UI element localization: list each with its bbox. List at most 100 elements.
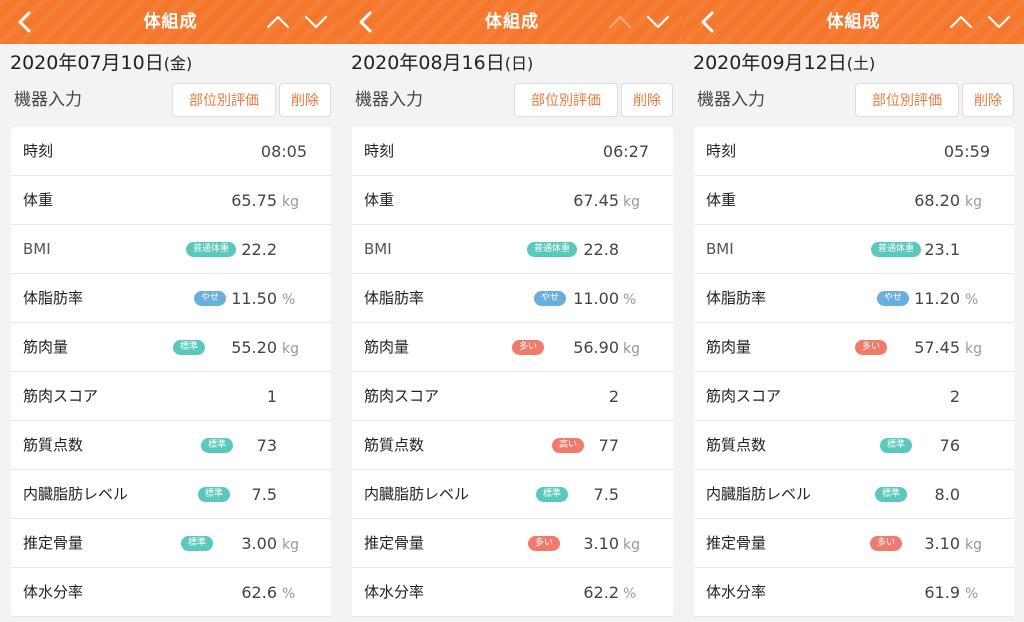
row-muscle-score: 筋肉スコア 2 [352,372,673,421]
row-value: 61.9 [924,583,960,602]
row-value: 2 [608,387,619,406]
chevron-down-icon [647,16,669,28]
row-label: 筋肉スコア [706,387,782,405]
row-label: 筋肉スコア [23,387,99,405]
previous-record-button[interactable] [605,7,635,37]
row-value: 3.00 [241,534,277,553]
row-label: 筋肉量 [706,338,752,356]
previous-record-button[interactable] [946,7,976,37]
row-muscle-score: 筋肉スコア 1 [11,372,331,421]
row-muscle: 筋肉量 標準 55.20 kg [11,323,331,372]
delete-button[interactable]: 削除 [962,83,1014,117]
header-bar: 体組成 [683,0,1024,44]
status-badge: 標準 [201,438,234,453]
status-badge: 標準 [880,438,913,453]
row-muscle: 筋肉量 多い 57.45 kg [694,323,1014,372]
row-muscle-quality: 筋質点数 高い 77 [352,421,673,470]
row-unit: % [965,292,979,308]
row-muscle-quality: 筋質点数 標準 76 [694,421,1014,470]
row-water: 体水分率 62.6 % [11,568,331,617]
row-bone: 推定骨量 多い 3.10 kg [694,519,1014,568]
next-record-button[interactable] [984,7,1014,37]
segment-evaluation-button[interactable]: 部位別評価 [855,83,959,117]
previous-record-button[interactable] [263,7,293,37]
segment-evaluation-button[interactable]: 部位別評価 [172,83,276,117]
row-value: 3.10 [924,534,960,553]
row-value: 7.5 [593,485,619,504]
row-label: 内臓脂肪レベル [364,485,470,503]
status-badge: 多い [870,536,903,551]
row-visceral-fat: 内臓脂肪レベル 標準 7.5 [11,470,331,519]
row-value: 11.50 [231,289,277,308]
next-record-button[interactable] [643,7,673,37]
row-unit: % [623,586,637,602]
row-bone: 推定骨量 多い 3.10 kg [352,519,673,568]
row-value: 73 [256,436,277,455]
row-value: 77 [598,436,619,455]
status-badge: 標準 [198,487,231,502]
action-row: 機器入力 部位別評価 削除 [683,80,1024,122]
row-value: 8.0 [934,485,960,504]
row-muscle-score: 筋肉スコア 2 [694,372,1014,421]
row-label: 筋肉量 [23,338,69,356]
row-value: 2 [949,387,960,406]
chevron-up-icon [609,16,631,28]
row-weight: 体重 67.45 kg [352,176,673,225]
row-value: 7.5 [251,485,277,504]
status-badge: 普通体重 [186,242,237,257]
row-value: 11.00 [573,289,619,308]
row-label: BMI [364,240,392,258]
measurement-list: 時刻 06:27 体重 67.45 kg BMI 普通体重 22.8 体脂肪率 … [352,127,673,617]
status-badge: 普通体重 [871,242,922,257]
row-bone: 推定骨量 標準 3.00 kg [11,519,331,568]
row-bmi: BMI 普通体重 23.1 [694,225,1014,274]
row-value: 06:27 [602,142,649,161]
action-row: 機器入力 部位別評価 削除 [0,80,341,122]
row-label: 時刻 [706,142,737,160]
panels: 体組成 2020年07月10日(金) 機器入力 部位別評価 削除 時刻 08:0… [0,0,1024,622]
row-weight: 体重 65.75 kg [11,176,331,225]
header-bar: 体組成 [0,0,341,44]
status-badge: 標準 [875,487,908,502]
row-unit: kg [623,194,640,210]
row-value: 57.45 [914,338,960,357]
chevron-up-icon [267,16,289,28]
row-label: BMI [23,240,51,258]
section-label: 機器入力 [697,90,765,110]
action-row: 機器入力 部位別評価 削除 [341,80,683,122]
row-unit: kg [965,537,982,553]
row-value: 05:59 [943,142,990,161]
row-value: 55.20 [231,338,277,357]
row-label: 内臓脂肪レベル [706,485,812,503]
date-day-of-week: (金) [163,54,193,73]
next-record-button[interactable] [301,7,331,37]
row-value: 22.2 [241,240,277,259]
row-value: 67.45 [573,191,619,210]
row-value: 3.10 [583,534,619,553]
delete-button[interactable]: 削除 [621,83,673,117]
row-value: 23.1 [924,240,960,259]
row-value: 11.20 [914,289,960,308]
row-value: 68.20 [914,191,960,210]
row-unit: % [623,292,637,308]
row-unit: % [282,586,296,602]
row-label: 内臓脂肪レベル [23,485,129,503]
row-label: 体水分率 [364,583,425,601]
delete-button[interactable]: 削除 [279,83,331,117]
date-ymd: 2020年08月16日 [351,52,505,74]
status-badge: 普通体重 [527,242,578,257]
row-value: 56.90 [573,338,619,357]
chevron-down-icon [988,16,1010,28]
row-label: 筋肉スコア [364,387,440,405]
row-body-fat: 体脂肪率 やせ 11.20 % [694,274,1014,323]
row-muscle-quality: 筋質点数 標準 73 [11,421,331,470]
body-composition-panel: 体組成 2020年07月10日(金) 機器入力 部位別評価 削除 時刻 08:0… [0,0,341,622]
row-visceral-fat: 内臓脂肪レベル 標準 7.5 [352,470,673,519]
row-bmi: BMI 普通体重 22.8 [352,225,673,274]
row-unit: % [965,586,979,602]
row-water: 体水分率 61.9 % [694,568,1014,617]
segment-evaluation-button[interactable]: 部位別評価 [514,83,618,117]
section-label: 機器入力 [355,90,423,110]
row-label: 体重 [364,191,395,209]
body-composition-panel: 体組成 2020年09月12日(土) 機器入力 部位別評価 削除 時刻 05:5… [683,0,1024,622]
